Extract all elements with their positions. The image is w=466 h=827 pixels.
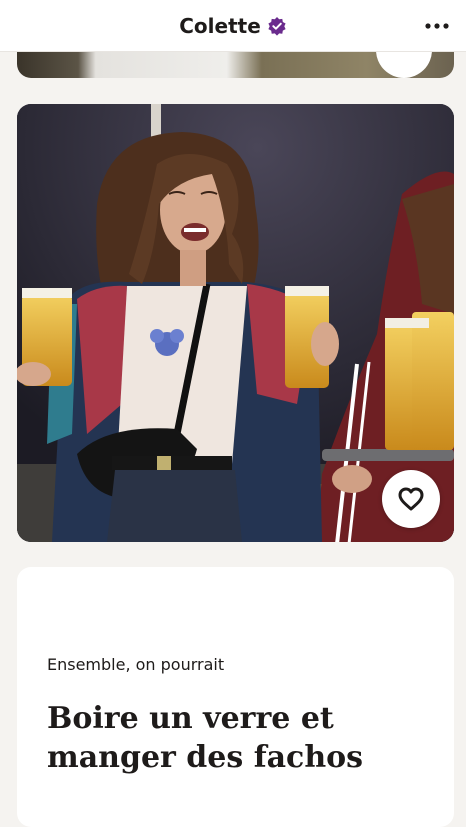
more-options-icon xyxy=(425,23,449,29)
prompt-answer: Boire un verre et manger des fachos xyxy=(47,701,364,775)
previous-like-button[interactable] xyxy=(376,52,432,78)
more-options-button[interactable] xyxy=(422,14,452,38)
prompt-question: Ensemble, on pourrait xyxy=(47,655,225,674)
like-photo-button[interactable] xyxy=(382,470,440,528)
verified-badge-icon xyxy=(268,16,286,36)
previous-photo-card xyxy=(17,52,454,78)
profile-header: Colette xyxy=(0,0,466,52)
profile-title-group: Colette xyxy=(179,14,287,38)
profile-photo xyxy=(17,104,454,542)
profile-photo-card[interactable] xyxy=(17,104,454,542)
profile-name: Colette xyxy=(179,13,261,38)
prompt-card[interactable]: Ensemble, on pourrait Boire un verre et … xyxy=(17,567,454,827)
heart-icon xyxy=(398,487,424,511)
